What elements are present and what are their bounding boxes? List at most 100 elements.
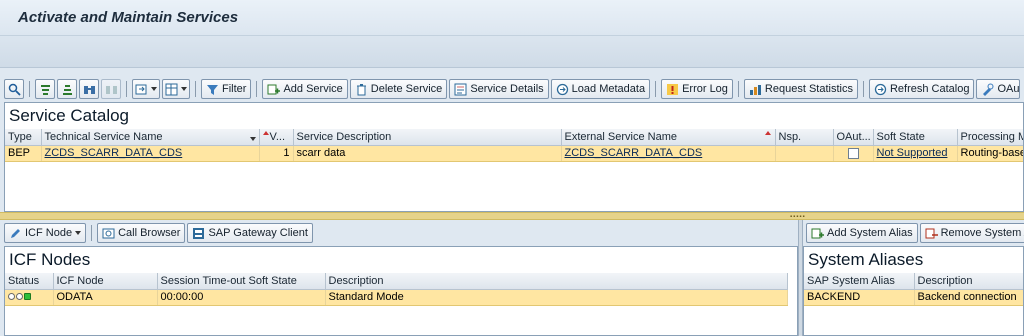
request-statistics-label: Request Statistics	[764, 83, 853, 95]
column-header[interactable]: Technical Service Name	[41, 129, 260, 146]
funnel-icon	[206, 83, 219, 96]
refresh-catalog-button[interactable]: Refresh Catalog	[868, 79, 975, 99]
find-next-button[interactable]	[101, 79, 121, 99]
remove-system-alias-button[interactable]: Remove System A	[919, 223, 1024, 243]
separator	[126, 81, 127, 97]
column-header[interactable]: V...	[259, 129, 294, 146]
service-catalog-title: Service Catalog	[9, 106, 130, 125]
call-browser-label: Call Browser	[118, 227, 181, 239]
table-row[interactable]: ODATA 00:00:00 Standard Mode	[5, 289, 788, 306]
chevron-down-icon	[249, 136, 256, 141]
add-icon	[811, 227, 824, 240]
separator	[737, 81, 739, 97]
add-system-alias-button[interactable]: Add System Alias	[806, 223, 918, 243]
icf-description-cell: Standard Mode	[325, 289, 788, 306]
find-button[interactable]	[79, 79, 99, 99]
icf-toolbar: ICF Node Call Browser SAP Gateway Client	[4, 222, 794, 244]
bar-chart-icon	[749, 83, 762, 96]
service-catalog-table: Type Technical Service Name V... Service…	[5, 129, 1023, 162]
delete-service-button[interactable]: Delete Service	[349, 79, 448, 99]
add-service-icon	[267, 83, 281, 96]
status-indicator-icon	[8, 293, 31, 300]
title-bar: Activate and Maintain Services	[0, 0, 1024, 36]
column-header[interactable]: SAP System Alias	[804, 273, 915, 290]
icf-nodes-panel: ICF Nodes Status ICF Node Session Time-o…	[4, 246, 798, 336]
column-header[interactable]: Session Time-out Soft State	[157, 273, 326, 290]
request-statistics-button[interactable]: Request Statistics	[743, 79, 858, 99]
export-icon	[135, 83, 148, 96]
details-button[interactable]	[4, 79, 24, 99]
horizontal-splitter[interactable]: ▪▪▪▪▪	[0, 212, 1024, 220]
chevron-down-icon	[181, 87, 187, 91]
column-header[interactable]: Description	[914, 273, 1023, 290]
table-header-row: Status ICF Node Session Time-out Soft St…	[5, 273, 788, 290]
timeout-cell: 00:00:00	[157, 289, 326, 306]
column-header[interactable]: Soft State	[873, 129, 958, 146]
external-name-cell[interactable]: ZCDS_SCARR_DATA_CDS	[561, 145, 776, 162]
oauth-icon	[981, 83, 994, 96]
sort-ascending-icon	[39, 83, 52, 96]
filter-button[interactable]: Filter	[201, 79, 252, 99]
separator	[256, 81, 258, 97]
load-metadata-button[interactable]: Load Metadata	[550, 79, 651, 99]
system-aliases-title: System Aliases	[808, 250, 924, 269]
pencil-icon	[9, 227, 22, 240]
layout-button[interactable]	[162, 79, 190, 99]
gateway-client-button[interactable]: SAP Gateway Client	[187, 223, 313, 243]
status-cell	[5, 289, 54, 306]
chevron-down-icon	[151, 87, 157, 91]
column-header[interactable]: Description	[325, 273, 788, 290]
error-log-button[interactable]: Error Log	[661, 79, 733, 99]
table-layout-icon	[165, 83, 178, 96]
error-log-label: Error Log	[682, 83, 728, 95]
separator	[862, 81, 864, 97]
column-header[interactable]: External Service Name	[561, 129, 776, 146]
column-header[interactable]: Nsp.	[775, 129, 834, 146]
sort-up-icon	[764, 130, 771, 135]
trash-icon	[355, 83, 368, 96]
column-header[interactable]: OAut...	[833, 129, 874, 146]
gateway-client-icon	[192, 227, 205, 240]
service-details-label: Service Details	[470, 83, 544, 95]
error-log-icon	[666, 83, 679, 96]
icf-node-cell: ODATA	[53, 289, 158, 306]
add-service-button[interactable]: Add Service	[262, 79, 348, 99]
separator	[29, 81, 30, 97]
browser-icon	[102, 227, 115, 240]
separator	[655, 81, 657, 97]
technical-name-cell[interactable]: ZCDS_SCARR_DATA_CDS	[41, 145, 260, 162]
system-aliases-panel: System Aliases SAP System Alias Descript…	[803, 246, 1024, 336]
column-header[interactable]: ICF Node	[53, 273, 158, 290]
sort-up-icon	[262, 130, 269, 135]
table-row[interactable]: BACKEND Backend connection	[804, 289, 1023, 306]
icf-node-button[interactable]: ICF Node	[4, 223, 87, 243]
remove-system-alias-label: Remove System A	[940, 227, 1024, 239]
binoculars-icon	[83, 83, 96, 96]
icf-node-label: ICF Node	[25, 227, 73, 239]
service-details-button[interactable]: Service Details	[449, 79, 549, 99]
oauth-button[interactable]: OAu	[976, 79, 1021, 99]
remove-icon	[925, 227, 938, 240]
status-light-green	[24, 293, 31, 300]
details-icon	[454, 83, 467, 96]
sort-descending-button[interactable]	[57, 79, 77, 99]
separator	[195, 81, 196, 97]
refresh-catalog-label: Refresh Catalog	[889, 83, 970, 95]
load-metadata-label: Load Metadata	[571, 83, 646, 95]
gateway-client-label: SAP Gateway Client	[208, 227, 308, 239]
call-browser-button[interactable]: Call Browser	[97, 223, 186, 243]
column-header[interactable]: Type	[5, 129, 42, 146]
table-row[interactable]: BEP ZCDS_SCARR_DATA_CDS 1 scarr data ZCD…	[5, 145, 1023, 162]
export-button[interactable]	[132, 79, 160, 99]
processing-mode-cell: Routing-based	[957, 145, 1023, 162]
column-header[interactable]: Processing Mo	[957, 129, 1023, 146]
sort-ascending-button[interactable]	[35, 79, 55, 99]
service-description-cell: scarr data	[293, 145, 562, 162]
table-header-row: SAP System Alias Description	[804, 273, 1023, 290]
system-alias-toolbar: Add System Alias Remove System A	[806, 222, 1024, 244]
oauth-checkbox[interactable]	[847, 147, 859, 159]
column-header[interactable]: Service Description	[293, 129, 562, 146]
soft-state-cell[interactable]: Not Supported	[873, 145, 958, 162]
alias-description-cell: Backend connection	[914, 289, 1023, 306]
column-header[interactable]: Status	[5, 273, 54, 290]
